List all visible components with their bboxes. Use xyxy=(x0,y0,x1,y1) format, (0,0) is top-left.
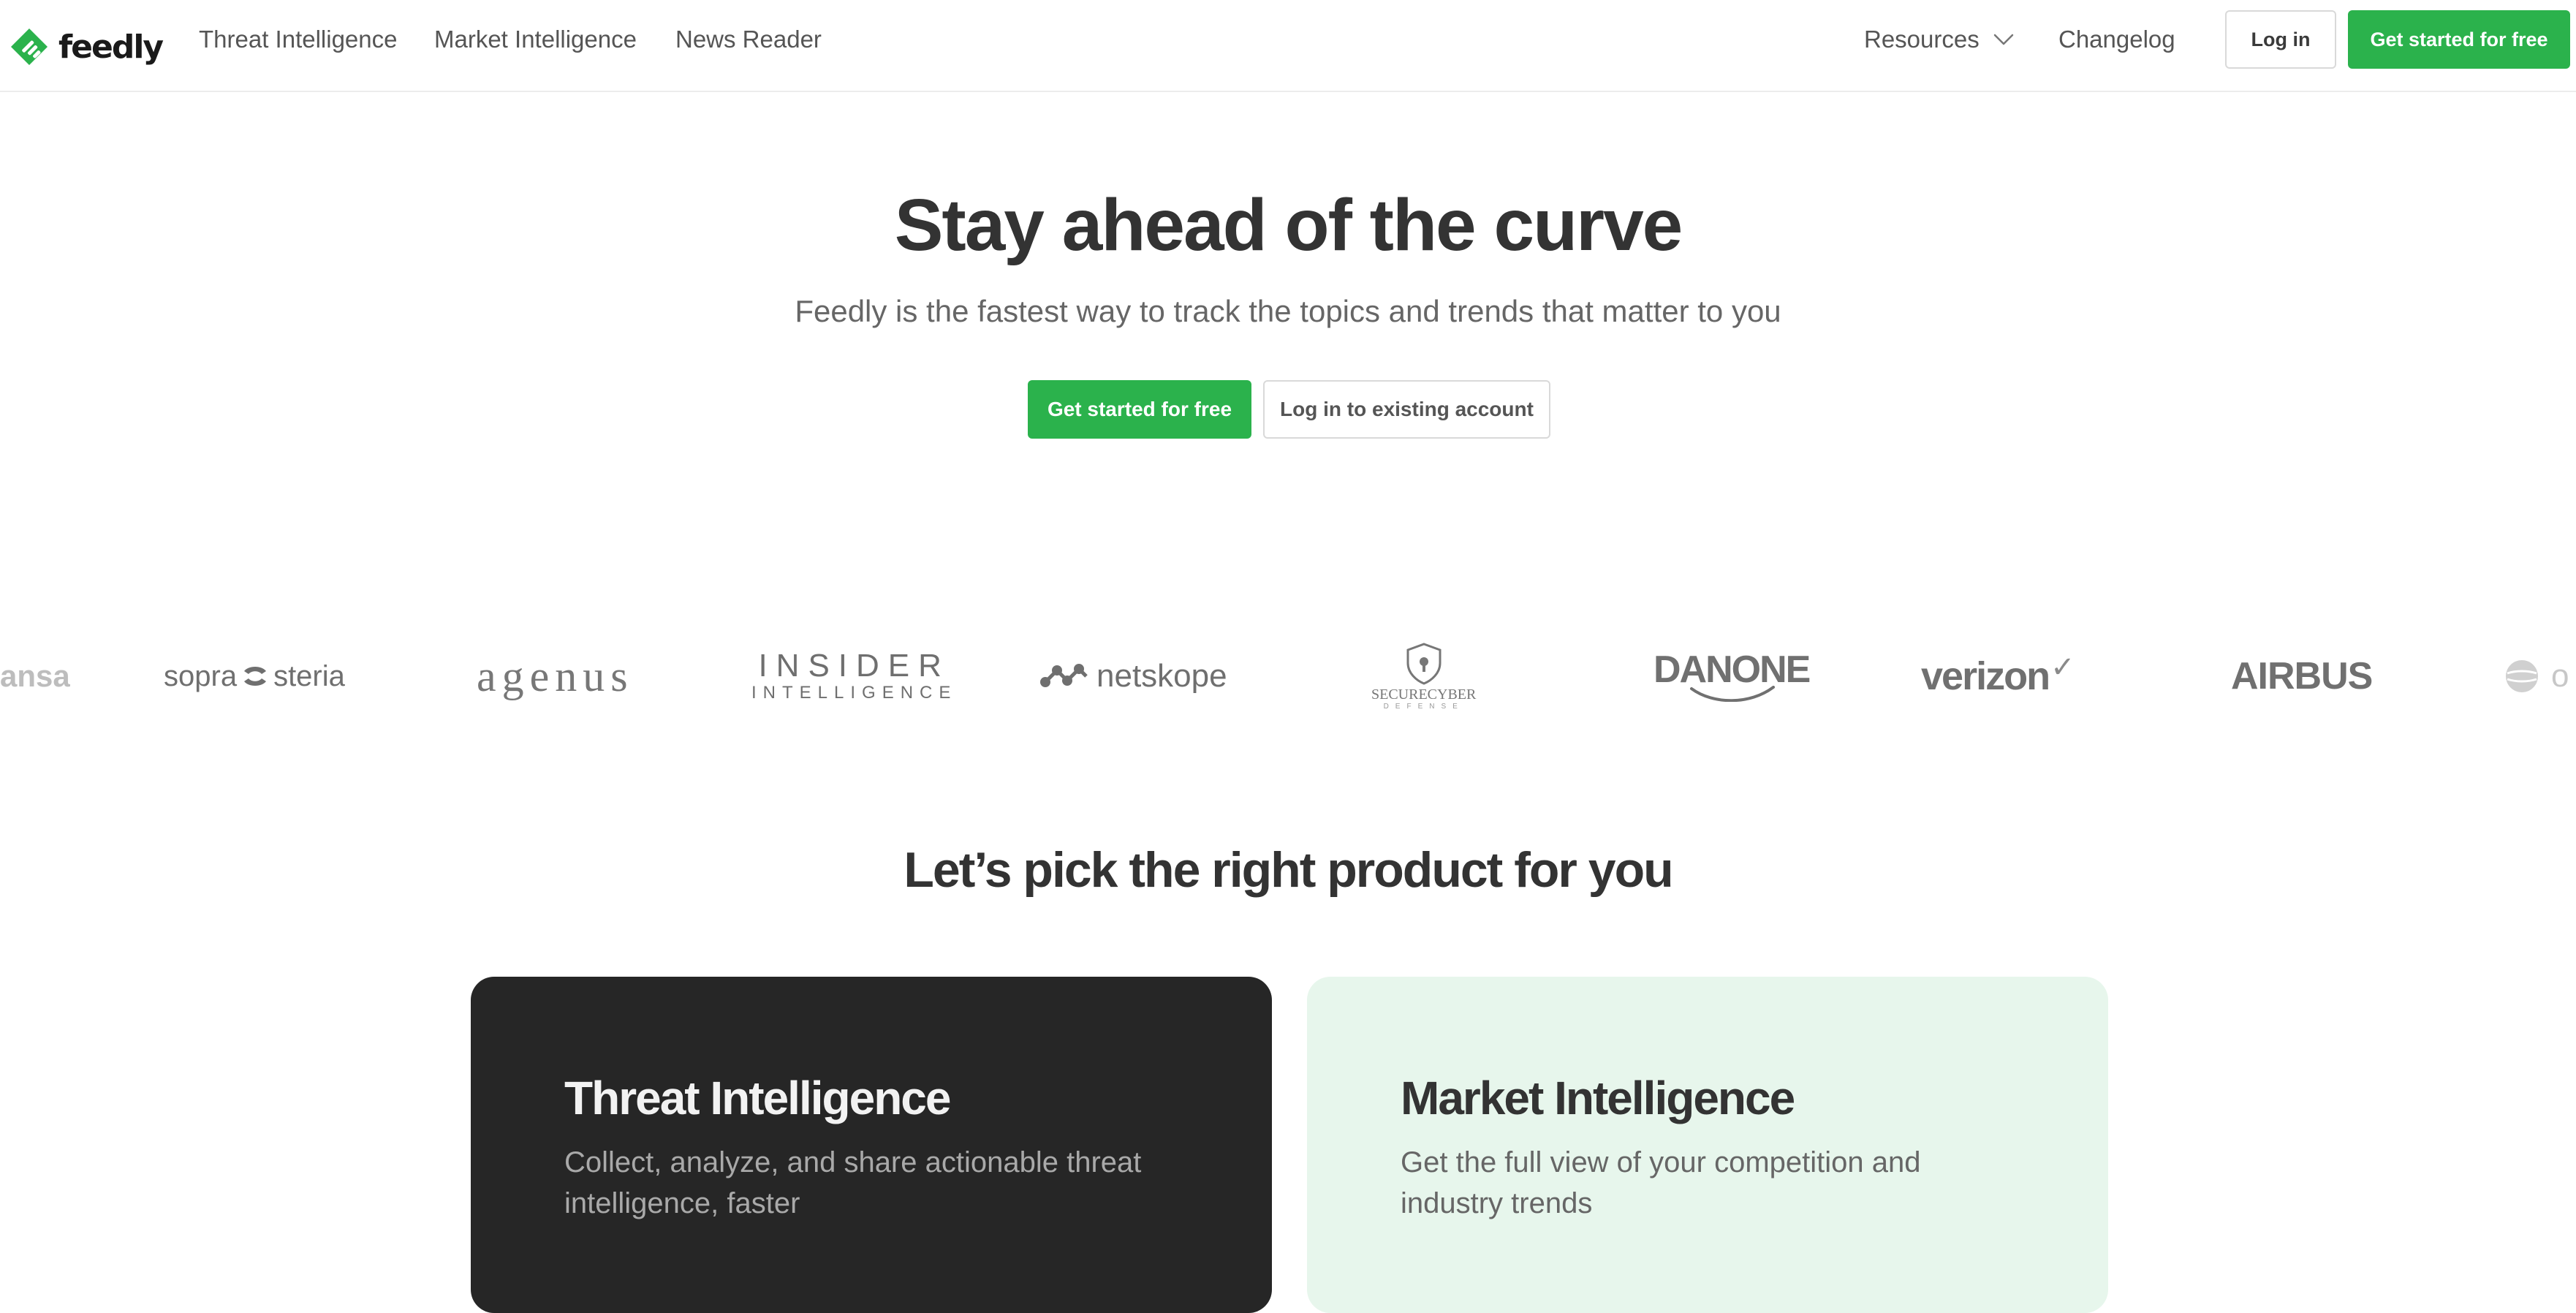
netskope-mark-icon xyxy=(1040,664,1088,687)
insider-logo-line1: INSIDER xyxy=(758,648,950,684)
market-intelligence-card-description: Get the full view of your competition an… xyxy=(1401,1146,1921,1219)
hero-title: Stay ahead of the curve xyxy=(894,184,1683,266)
danone-smile-icon xyxy=(1689,686,1775,702)
airbus-logo: AIRBUS xyxy=(2231,655,2373,697)
chevron-down-icon xyxy=(1993,34,2013,45)
customer-logo-strip: ansa sopra steria agenus INSIDER INTELLI… xyxy=(0,629,2576,724)
danone-logo: DANONE xyxy=(1653,629,1811,724)
insider-intelligence-logo: INSIDER INTELLIGENCE xyxy=(751,629,957,724)
threat-intelligence-card-title: Threat Intelligence xyxy=(564,1072,951,1124)
get-started-hero-button[interactable]: Get started for free xyxy=(1028,380,1251,439)
insider-logo-line2: INTELLIGENCE xyxy=(751,683,958,703)
agenus-logo: agenus xyxy=(477,651,634,700)
sopra-steria-logo-right: steria xyxy=(273,659,345,692)
nav-changelog[interactable]: Changelog xyxy=(2058,25,2175,54)
sopra-steria-logo-left: sopra xyxy=(164,659,238,692)
market-intelligence-card[interactable]: Market Intelligence Get the full view of… xyxy=(1307,977,2108,1313)
sopra-steria-logo: sopra steria xyxy=(164,629,345,724)
netskope-wordmark: netskope xyxy=(1096,658,1227,694)
feedly-logo[interactable]: feedly xyxy=(9,18,164,76)
securecyber-logo-line1: SECURECYBER xyxy=(1371,686,1477,703)
partial-customer-logo-right: o xyxy=(2503,629,2569,724)
securecyber-defense-logo: SECURECYBER DEFENSE xyxy=(1371,629,1476,724)
feedly-wordmark: feedly xyxy=(58,28,164,66)
top-navigation: feedly Threat Intelligence Market Intell… xyxy=(0,0,2576,92)
securecyber-logo-line2: DEFENSE xyxy=(1383,703,1464,711)
verizon-logo: verizon ✓ xyxy=(1921,629,2075,724)
threat-intelligence-card-description: Collect, analyze, and share actionable t… xyxy=(564,1146,1142,1219)
feedly-logo-icon xyxy=(11,29,48,65)
partial-customer-logo-right-text: o xyxy=(2551,658,2569,694)
nav-news-reader[interactable]: News Reader xyxy=(675,25,822,54)
nav-resources-label: Resources xyxy=(1864,26,1980,53)
sopra-steria-swirl-icon xyxy=(244,667,267,686)
get-started-nav-button[interactable]: Get started for free xyxy=(2348,10,2570,69)
hero-subtitle: Feedly is the fastest way to track the t… xyxy=(795,294,1781,328)
login-existing-account-button[interactable]: Log in to existing account xyxy=(1263,380,1550,439)
globe-logo-icon xyxy=(2506,660,2538,692)
products-heading: Let’s pick the right product for you xyxy=(904,842,1673,898)
verizon-wordmark: verizon xyxy=(1921,654,2050,698)
nav-threat-intelligence[interactable]: Threat Intelligence xyxy=(199,25,398,54)
nav-market-intelligence[interactable]: Market Intelligence xyxy=(434,25,637,54)
partial-customer-logo-left: ansa xyxy=(0,659,70,693)
danone-wordmark: DANONE xyxy=(1653,648,1811,691)
netskope-logo: netskope xyxy=(1039,629,1227,724)
shield-lock-icon xyxy=(1406,643,1442,685)
threat-intelligence-card[interactable]: Threat Intelligence Collect, analyze, an… xyxy=(471,977,1272,1313)
market-intelligence-card-title: Market Intelligence xyxy=(1401,1072,1795,1124)
nav-resources-dropdown[interactable]: Resources xyxy=(1864,25,2015,54)
verizon-check-icon: ✓ xyxy=(2050,651,2075,684)
login-button[interactable]: Log in xyxy=(2225,10,2336,69)
